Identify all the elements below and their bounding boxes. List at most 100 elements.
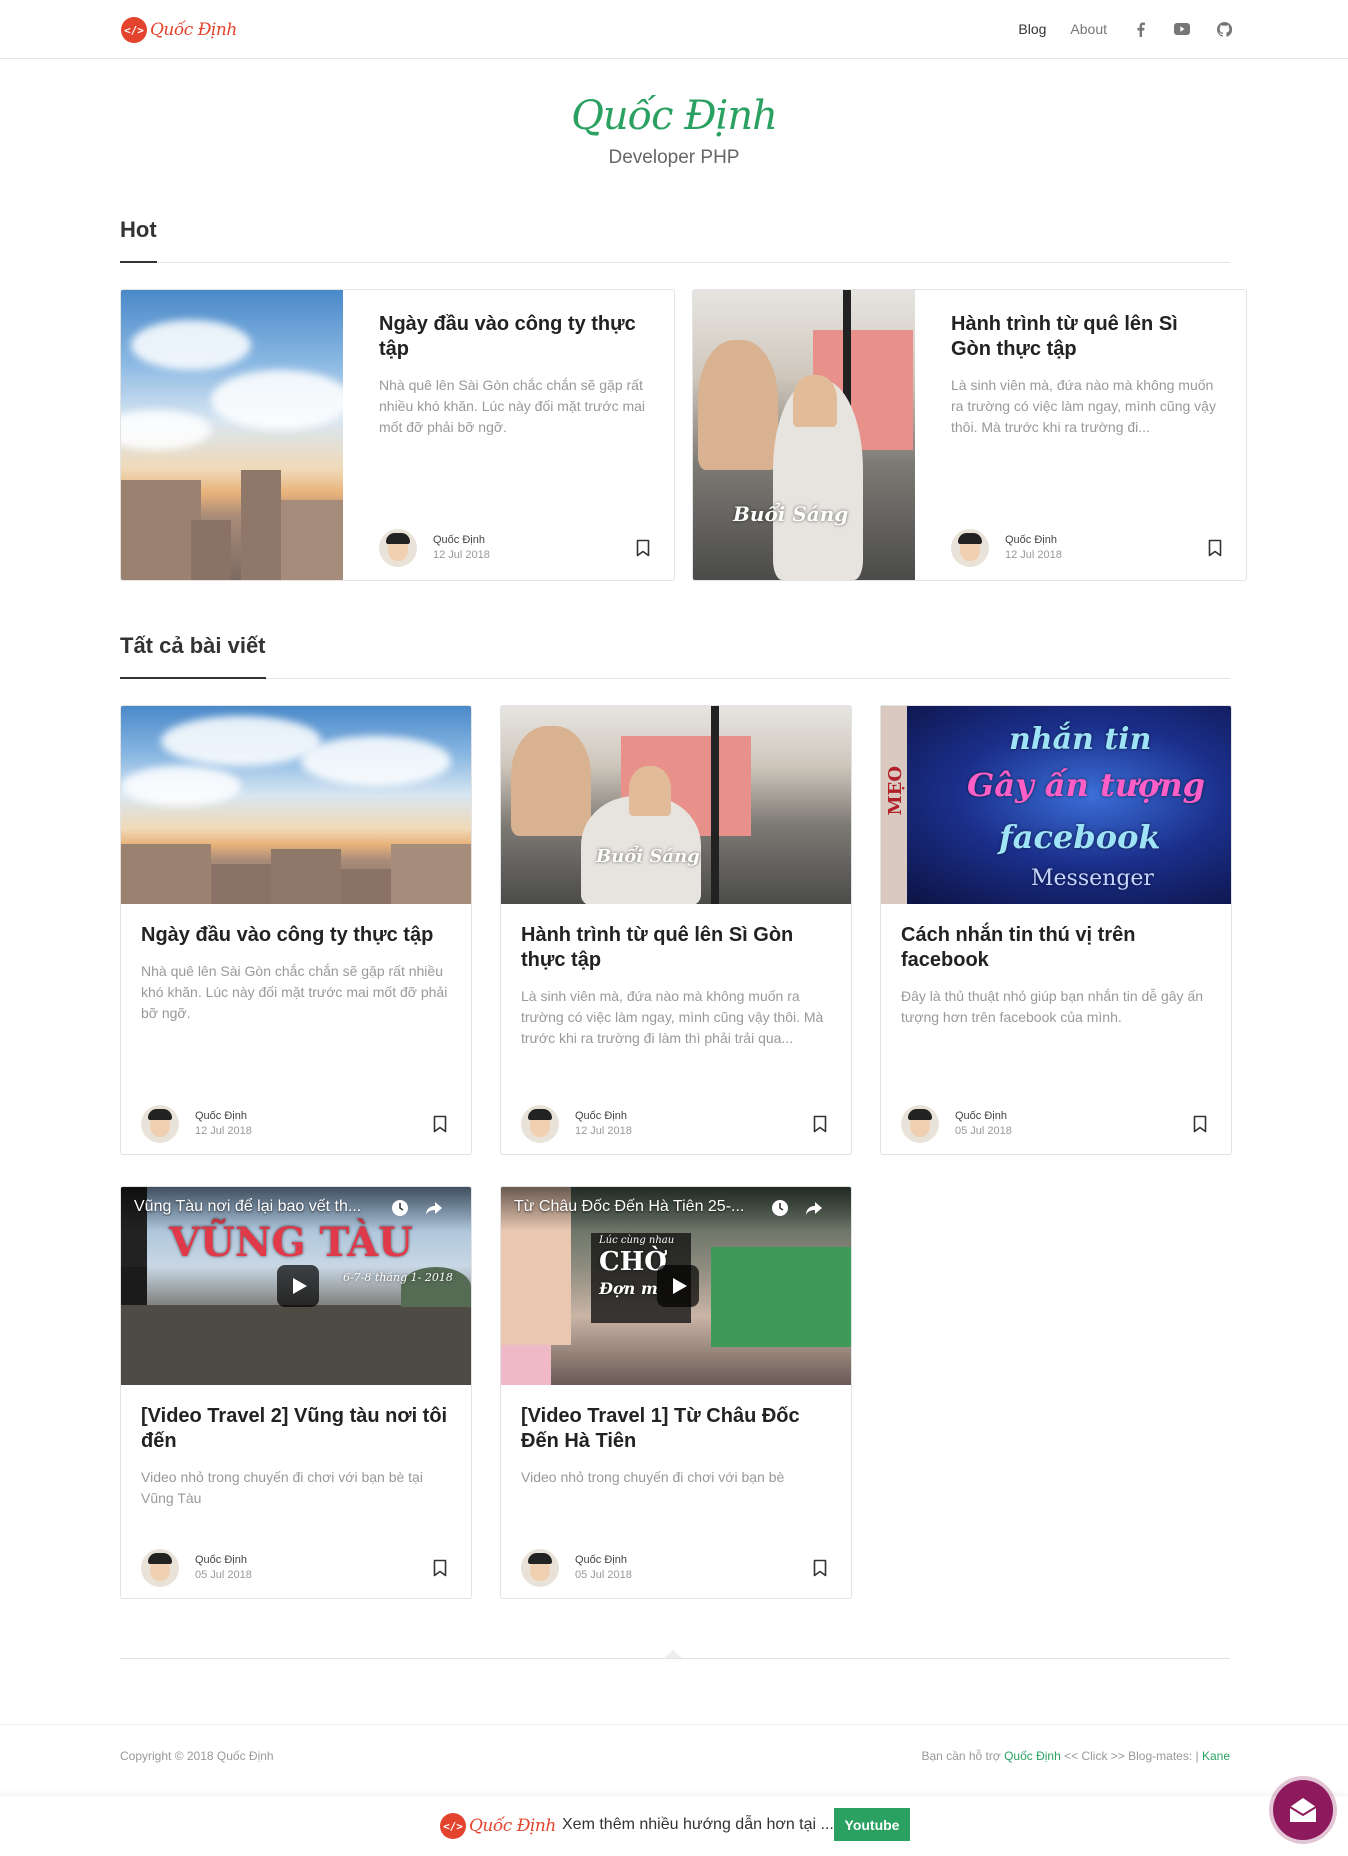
post-body: Ngày đầu vào công ty thực tập Nhà quê lê… xyxy=(121,904,471,1024)
post-meta: Quốc Định 12 Jul 2018 xyxy=(433,533,490,563)
post-title[interactable]: Hành trình từ quê lên Sì Gòn thực tập xyxy=(521,923,831,973)
post-title[interactable]: Ngày đầu vào công ty thực tập xyxy=(141,923,451,948)
author-avatar[interactable] xyxy=(141,1105,179,1143)
post-date: 12 Jul 2018 xyxy=(433,549,490,561)
author-name[interactable]: Quốc Định xyxy=(955,1109,1012,1124)
site-footer: Copyright © 2018 Quốc Định Bạn cần hỗ tr… xyxy=(0,1724,1348,1794)
promo-bar: </> Quốc Định Xem thêm nhiều hướng dẫn h… xyxy=(0,1796,1348,1856)
author-avatar[interactable] xyxy=(141,1549,179,1587)
hot-post-card[interactable]: Ngày đầu vào công ty thực tập Nhà quê lê… xyxy=(120,289,675,581)
post-card[interactable]: VŨNG TÀU 6-7-8 tháng 1- 2018 Vũng Tàu nơ… xyxy=(120,1186,472,1599)
nav-link-blog[interactable]: Blog xyxy=(1018,21,1046,37)
blog-mate-link[interactable]: Kane xyxy=(1202,1749,1230,1763)
nav-link-about[interactable]: About xyxy=(1070,21,1107,37)
post-footer: Quốc Định 12 Jul 2018 xyxy=(951,528,1222,568)
bookmark-icon[interactable] xyxy=(1193,1115,1207,1133)
clock-icon[interactable] xyxy=(391,1199,409,1217)
post-meta: Quốc Định 05 Jul 2018 xyxy=(575,1553,632,1583)
brand-logo[interactable]: </> Quốc Định xyxy=(121,17,237,43)
author-name[interactable]: Quốc Định xyxy=(433,533,490,548)
post-thumbnail[interactable]: MẸO nhắn tin Gây ấn tượng facebook Messe… xyxy=(881,706,1231,904)
post-meta: Quốc Định 12 Jul 2018 xyxy=(575,1109,632,1139)
video-embed[interactable]: VŨNG TÀU 6-7-8 tháng 1- 2018 Vũng Tàu nơ… xyxy=(121,1187,471,1385)
post-title[interactable]: Ngày đầu vào công ty thực tập xyxy=(379,312,650,362)
post-body: Cách nhắn tin thú vị trên facebook Đây l… xyxy=(881,904,1231,1028)
hot-section-heading: Hot xyxy=(120,217,1230,263)
author-name[interactable]: Quốc Định xyxy=(195,1553,252,1568)
image-caption: Đợn m xyxy=(599,1279,658,1298)
bookmark-icon[interactable] xyxy=(813,1115,827,1133)
author-name[interactable]: Quốc Định xyxy=(1005,533,1062,548)
post-body: Hành trình từ quê lên Sì Gòn thực tập Là… xyxy=(915,290,1246,580)
video-embed[interactable]: Lúc cùng nhau CHỜ Đợn m Từ Châu Đốc Đến … xyxy=(501,1187,851,1385)
youtube-icon[interactable] xyxy=(1173,20,1191,38)
author-name[interactable]: Quốc Định xyxy=(575,1109,632,1124)
mail-fab-button[interactable] xyxy=(1273,1780,1333,1840)
post-date: 05 Jul 2018 xyxy=(195,1569,252,1581)
post-title[interactable]: [Video Travel 1] Từ Châu Đốc Đến Hà Tiên xyxy=(521,1404,831,1454)
share-icon[interactable] xyxy=(425,1199,443,1217)
image-caption: nhắn tin xyxy=(1009,722,1152,757)
divider-arrow xyxy=(664,1650,682,1658)
hero-subtitle: Developer PHP xyxy=(608,147,740,168)
facebook-icon[interactable] xyxy=(1131,20,1149,38)
clock-icon[interactable] xyxy=(771,1199,789,1217)
play-button[interactable] xyxy=(657,1265,699,1307)
promo-brand-name: Quốc Định xyxy=(469,1816,556,1836)
post-thumbnail[interactable]: Buổi Sáng xyxy=(693,290,915,580)
post-date: 05 Jul 2018 xyxy=(955,1125,1012,1137)
author-name[interactable]: Quốc Định xyxy=(195,1109,252,1124)
post-title[interactable]: Hành trình từ quê lên Sì Gòn thực tập xyxy=(951,312,1222,362)
code-icon: </> xyxy=(440,1813,466,1839)
envelope-icon xyxy=(1289,1798,1317,1822)
post-thumbnail[interactable] xyxy=(121,290,343,580)
author-avatar[interactable] xyxy=(521,1549,559,1587)
author-name[interactable]: Quốc Định xyxy=(575,1553,632,1568)
post-card[interactable]: MẸO nhắn tin Gây ấn tượng facebook Messe… xyxy=(880,705,1232,1155)
post-footer: Quốc Định 05 Jul 2018 xyxy=(141,1548,447,1588)
post-date: 12 Jul 2018 xyxy=(195,1125,252,1137)
author-avatar[interactable] xyxy=(901,1105,939,1143)
footer-support: Bạn cần hỗ trợ Quốc Định << Click >> Blo… xyxy=(921,1749,1230,1763)
post-card[interactable]: Lúc cùng nhau CHỜ Đợn m Từ Châu Đốc Đến … xyxy=(500,1186,852,1599)
post-card[interactable]: Buổi Sáng Hành trình từ quê lên Sì Gòn t… xyxy=(500,705,852,1155)
post-footer: Quốc Định 12 Jul 2018 xyxy=(141,1104,447,1144)
support-link[interactable]: Quốc Định xyxy=(1004,1749,1061,1763)
copyright-text: Copyright © 2018 Quốc Định xyxy=(120,1749,274,1763)
image-caption: Buổi Sáng xyxy=(733,502,849,526)
post-date: 05 Jul 2018 xyxy=(575,1569,632,1581)
bookmark-icon[interactable] xyxy=(433,1559,447,1577)
bookmark-icon[interactable] xyxy=(636,539,650,557)
image-caption: 6-7-8 tháng 1- 2018 xyxy=(343,1271,453,1284)
page-divider xyxy=(120,1658,1230,1659)
play-button[interactable] xyxy=(277,1265,319,1307)
section-title-all-posts: Tất cả bài viết xyxy=(120,633,266,679)
post-excerpt: Video nhỏ trong chuyến đi chơi với bạn b… xyxy=(521,1469,785,1485)
bookmark-icon[interactable] xyxy=(813,1559,827,1577)
video-title[interactable]: Từ Châu Đốc Đến Hà Tiên 25-... xyxy=(514,1198,779,1216)
github-icon[interactable] xyxy=(1215,20,1233,38)
hot-post-card[interactable]: Buổi Sáng Hành trình từ quê lên Sì Gòn t… xyxy=(692,289,1247,581)
post-title[interactable]: Cách nhắn tin thú vị trên facebook xyxy=(901,923,1211,973)
image-caption: facebook xyxy=(999,818,1161,856)
promo-brand-logo[interactable]: </> Quốc Định xyxy=(440,1813,556,1839)
video-title[interactable]: Vũng Tàu nơi để lại bao vết th... xyxy=(134,1198,399,1216)
author-avatar[interactable] xyxy=(521,1105,559,1143)
youtube-button[interactable]: Youtube xyxy=(834,1808,910,1841)
post-card[interactable]: Ngày đầu vào công ty thực tập Nhà quê lê… xyxy=(120,705,472,1155)
author-avatar[interactable] xyxy=(379,529,417,567)
promo-text: Xem thêm nhiều hướng dẫn hơn tại ... xyxy=(562,1816,834,1833)
image-caption: Messenger xyxy=(1031,866,1154,891)
post-thumbnail[interactable] xyxy=(121,706,471,904)
all-posts-section-heading: Tất cả bài viết xyxy=(120,633,1230,679)
post-footer: Quốc Định 05 Jul 2018 xyxy=(901,1104,1207,1144)
hero: Quốc Định Developer PHP xyxy=(0,90,1348,169)
support-prefix: Bạn cần hỗ trợ xyxy=(921,1749,1001,1763)
bookmark-icon[interactable] xyxy=(1208,539,1222,557)
author-avatar[interactable] xyxy=(951,529,989,567)
post-title[interactable]: [Video Travel 2] Vũng tàu nơi tôi đến xyxy=(141,1404,451,1454)
share-icon[interactable] xyxy=(805,1199,823,1217)
bookmark-icon[interactable] xyxy=(433,1115,447,1133)
click-text: << Click >> Blog-mates: | xyxy=(1064,1749,1199,1763)
post-thumbnail[interactable]: Buổi Sáng xyxy=(501,706,851,904)
